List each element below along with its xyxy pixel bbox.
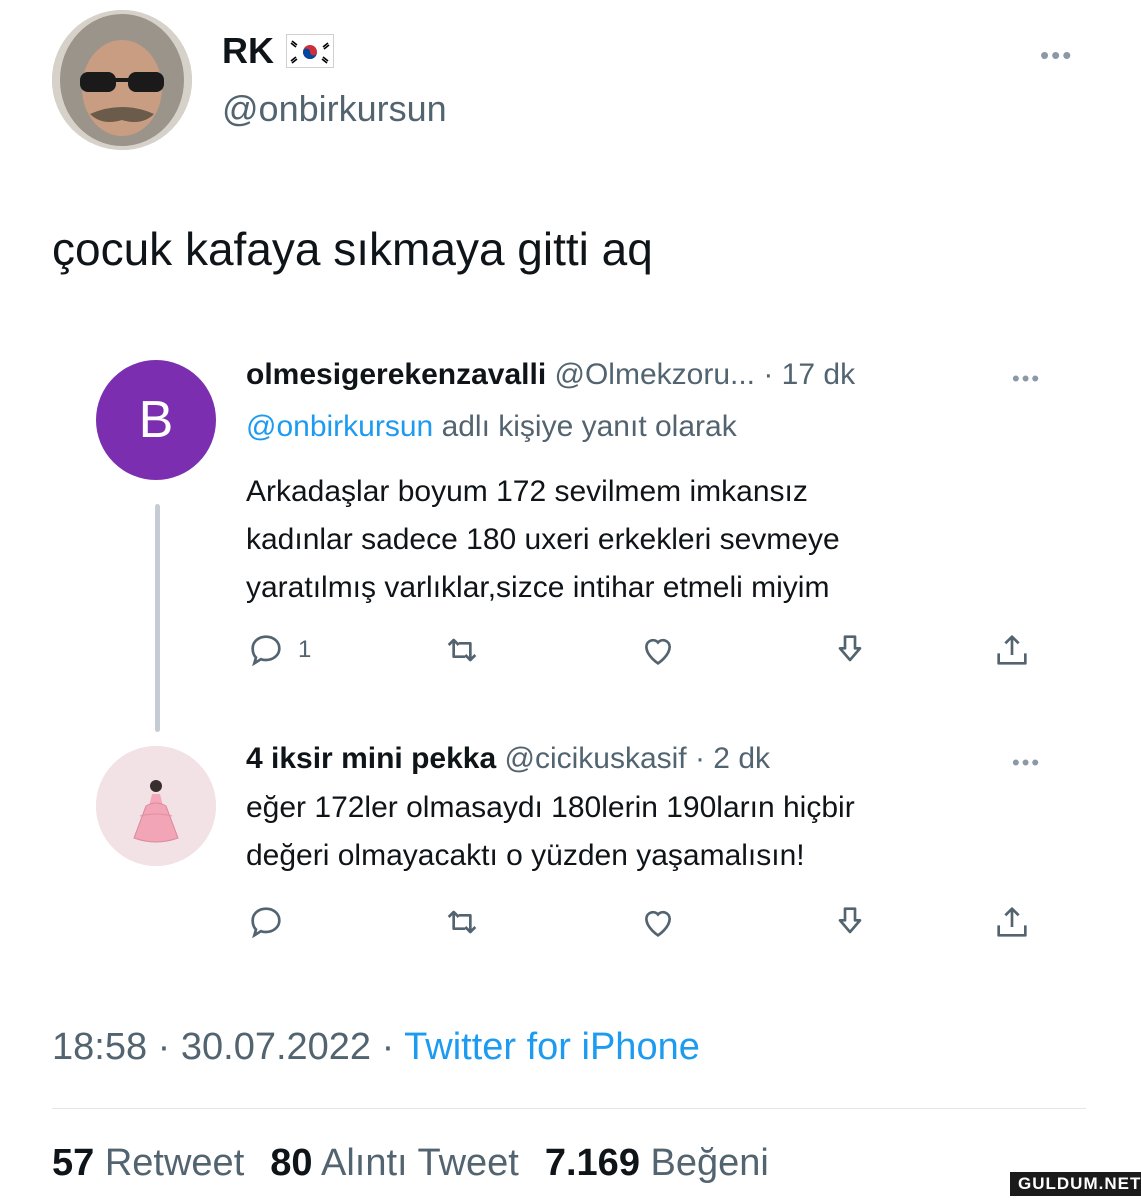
reply1-avatar[interactable]: B — [96, 360, 216, 480]
reply1-mention-link[interactable]: @onbirkursun — [246, 410, 433, 443]
heart-icon — [644, 910, 672, 937]
meta-separator: · — [381, 1026, 395, 1068]
retweet-icon — [447, 910, 477, 934]
reply2-line: eğer 172ler olmasaydı 180lerin 190ların … — [246, 791, 855, 824]
reply1-handle[interactable]: @Olmekzoru... — [555, 358, 756, 391]
reply1-text: Arkadaşlar boyum 172 sevilmem imkansız k… — [246, 468, 840, 612]
retweet-label: Retweet — [104, 1142, 245, 1184]
retweet-icon — [447, 638, 477, 662]
like-count: 7.169 — [544, 1142, 640, 1184]
author-name[interactable]: RK — [222, 30, 274, 72]
download-arrow-icon — [838, 635, 862, 662]
author-photo — [52, 10, 192, 150]
reply-icon — [251, 907, 281, 939]
author-handle[interactable]: @onbirkursun — [222, 88, 447, 130]
reply2-header: 4 iksir mini pekka @cicikuskasif · 2 dk — [246, 742, 770, 776]
tweet-source-link[interactable]: Twitter for iPhone — [404, 1026, 700, 1068]
reply2-share-button[interactable] — [992, 902, 1032, 942]
reply1-name[interactable]: olmesigerekenzavalli — [246, 358, 546, 391]
share-icon — [997, 635, 1027, 665]
reply1-header: olmesigerekenzavalli @Olmekzoru... · 17 … — [246, 358, 855, 392]
reply2-bookmark-button[interactable] — [830, 902, 870, 942]
princess-dress-avatar-image — [96, 746, 216, 866]
reply-icon — [251, 635, 281, 667]
quote-stat[interactable]: 80 Alıntı Tweet — [270, 1142, 519, 1185]
reply1-line: kadınlar sadece 180 uxeri erkekleri sevm… — [246, 523, 840, 556]
reply2-name[interactable]: 4 iksir mini pekka — [246, 742, 496, 775]
reply1-time: · 17 dk — [763, 358, 856, 391]
more-options-icon[interactable]: ••• — [1040, 40, 1073, 71]
reply2-retweet-button[interactable] — [442, 902, 482, 942]
retweet-count: 57 — [52, 1142, 95, 1184]
reply2-avatar[interactable] — [96, 746, 216, 866]
reply1-reply-to-suffix: adlı kişiye yanıt olarak — [441, 410, 737, 443]
thread-line — [155, 504, 160, 732]
reply1-retweet-button[interactable] — [442, 630, 482, 670]
share-icon — [997, 907, 1027, 937]
reply1-line: Arkadaşlar boyum 172 sevilmem imkansız — [246, 475, 808, 508]
tweet-stats: 57 Retweet 80 Alıntı Tweet 7.169 Beğeni — [52, 1142, 769, 1185]
tweet-time: 18:58 — [52, 1026, 148, 1068]
reply1-reply-to: @onbirkursun adlı kişiye yanıt olarak — [246, 410, 737, 444]
south-korea-flag-icon — [286, 34, 334, 68]
like-label: Beğeni — [650, 1142, 769, 1184]
reply2-more-icon[interactable]: ••• — [1012, 750, 1041, 776]
site-watermark: GULDUM.NET — [1010, 1172, 1141, 1196]
tweet-meta: 18:58 · 30.07.2022 · Twitter for iPhone — [52, 1026, 700, 1069]
reply1-like-button[interactable] — [638, 630, 678, 670]
reply2-reply-button[interactable] — [246, 902, 286, 942]
reply1-reply-button[interactable]: 1 — [246, 630, 311, 670]
tweet-date: 30.07.2022 — [180, 1026, 372, 1068]
heart-icon — [644, 638, 672, 665]
like-stat[interactable]: 7.169 Beğeni — [545, 1142, 769, 1185]
reply1-bookmark-button[interactable] — [830, 630, 870, 670]
author-avatar[interactable] — [52, 10, 192, 150]
reply1-share-button[interactable] — [992, 630, 1032, 670]
reply2-like-button[interactable] — [638, 902, 678, 942]
author-name-row: RK — [222, 30, 334, 72]
reply1-avatar-letter: B — [138, 391, 174, 449]
reply2-text: eğer 172ler olmasaydı 180lerin 190ların … — [246, 784, 855, 880]
meta-separator: · — [157, 1026, 171, 1068]
reply1-reply-count: 1 — [298, 636, 312, 663]
quote-label: Alıntı Tweet — [321, 1142, 519, 1184]
reply1-more-icon[interactable]: ••• — [1012, 366, 1041, 392]
tweet-text: çocuk kafaya sıkmaya gitti aq — [52, 223, 653, 275]
reply2-line: değeri olmayacaktı o yüzden yaşamalısın! — [246, 839, 805, 872]
retweet-stat[interactable]: 57 Retweet — [52, 1142, 244, 1185]
download-arrow-icon — [838, 907, 862, 934]
reply1-line: yaratılmış varlıklar,sizce intihar etmel… — [246, 571, 830, 604]
reply2-handle[interactable]: @cicikuskasif — [504, 742, 686, 775]
divider — [52, 1108, 1086, 1109]
quote-count: 80 — [270, 1142, 313, 1184]
reply2-time: · 2 dk — [694, 742, 771, 775]
